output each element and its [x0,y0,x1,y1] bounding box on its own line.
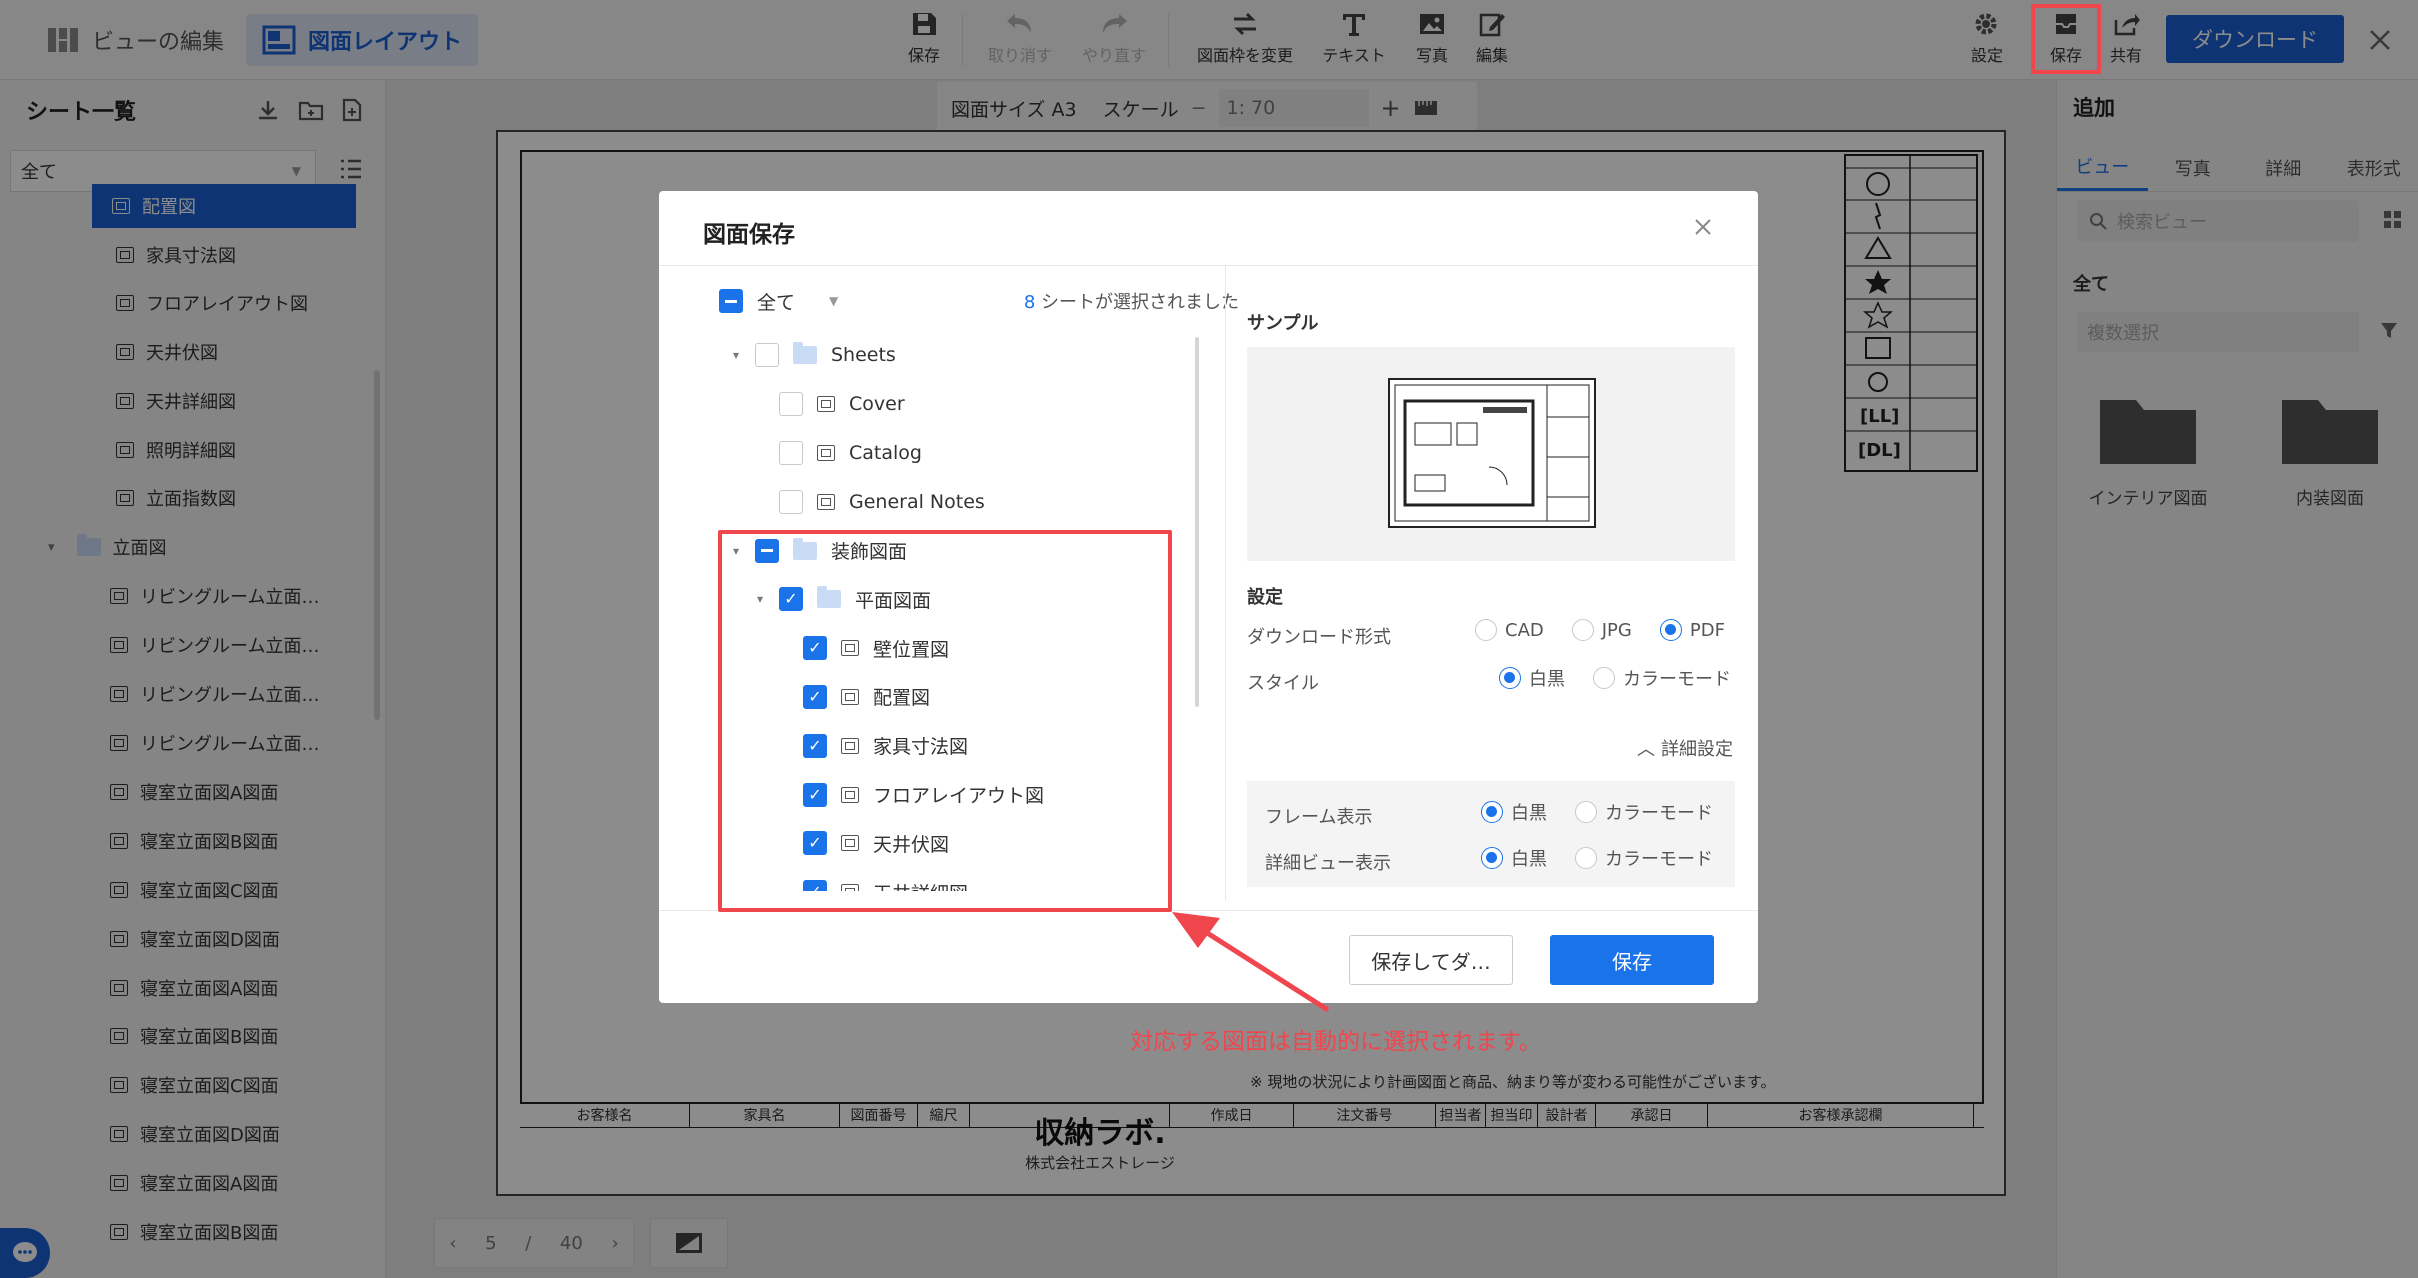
frame-display-label: フレーム表示 [1265,807,1373,828]
radio-button[interactable] [1659,619,1682,641]
style-radio-group: 白黒 カラーモード [1499,665,1731,691]
dialog-tree-label: Catalog [849,441,922,464]
sample-preview [1247,347,1735,561]
radio-button[interactable] [1481,801,1503,823]
radio-label: PDF [1689,619,1725,641]
radio-button[interactable] [1575,801,1597,823]
sheet-checkbox[interactable] [779,392,803,417]
detail-view-label: 詳細ビュー表示 [1265,853,1391,874]
radio-button[interactable] [1593,667,1615,689]
sheet-checkbox[interactable] [755,343,779,368]
dialog-save-button[interactable]: 保存 [1550,935,1714,985]
radio-label: カラーモード [1623,669,1731,690]
save-button-highlight [2031,4,2101,74]
annotation-text: 対応する図面は自動的に選択されます。 [1130,1029,1542,1055]
selected-count: 8 [1023,292,1036,313]
radio-label: 白黒 [1529,669,1565,690]
radio-button[interactable] [1499,667,1521,689]
dialog-tree-label: General Notes [849,490,985,513]
radio-button[interactable] [1481,847,1503,869]
frame-display-radio-group: 白黒 カラーモード [1481,799,1713,825]
radio-label: CAD [1505,619,1544,641]
save-and-download-button[interactable]: 保存してダ… [1349,935,1513,985]
sheet-checkbox[interactable] [779,489,803,514]
sample-label: サンプル [1247,313,1319,334]
radio-option[interactable]: 白黒 [1499,665,1565,691]
radio-label: カラーモード [1605,849,1713,870]
radio-button[interactable] [1571,619,1594,641]
sheet-icon [817,493,835,510]
chevron-up-icon: ︿ [1637,739,1655,760]
folder-icon [793,342,817,365]
radio-option[interactable]: CAD [1475,619,1544,641]
annotation-arrow-icon [1172,912,1330,1013]
sheet-icon [817,444,835,461]
radio-option[interactable]: カラーモード [1593,665,1731,691]
auto-selected-highlight [718,530,1172,912]
radio-option[interactable]: カラーモード [1575,845,1713,871]
radio-label: JPG [1601,619,1632,641]
detail-view-radio-group: 白黒 カラーモード [1481,845,1713,871]
radio-label: 白黒 [1511,803,1547,824]
select-all-label: 全て [757,291,796,314]
radio-label: カラーモード [1605,803,1713,824]
scrollbar[interactable] [1195,337,1199,707]
download-format-radio-group: CAD JPG PDF [1475,619,1725,641]
dialog-tree-label: Cover [849,393,905,416]
chevron-down-icon[interactable]: ▼ [829,294,838,308]
select-all-checkbox[interactable] [719,289,743,313]
settings-section-label: 設定 [1247,587,1283,608]
advanced-settings-panel: フレーム表示 白黒 カラーモード 詳細ビュー表示 白黒 カラーモード [1247,781,1735,887]
radio-option[interactable]: PDF [1659,619,1725,641]
dialog-title: 図面保存 [703,222,795,248]
floorplan-thumbnail-icon [1388,378,1596,528]
radio-option[interactable]: 白黒 [1481,845,1547,871]
radio-option[interactable]: 白黒 [1481,799,1547,825]
divider [659,265,1758,266]
sheet-select-header: 全て ▼ 8 シートが選択されました [719,279,1239,323]
radio-option[interactable]: カラーモード [1575,799,1713,825]
dialog-close-icon[interactable] [1689,213,1717,241]
advanced-settings-toggle[interactable]: ︿ 詳細設定 [1637,735,1733,761]
sheet-icon [817,396,835,413]
caret-down-icon[interactable]: ▾ [733,348,741,362]
dialog-tree-label: Sheets [831,344,896,367]
selected-count-suffix: シートが選択されました [1041,292,1239,313]
radio-button[interactable] [1575,847,1597,869]
advanced-settings-label: 詳細設定 [1661,739,1733,760]
radio-button[interactable] [1475,619,1497,641]
sheet-checkbox[interactable] [779,440,803,465]
style-label: スタイル [1247,673,1319,694]
divider [1225,265,1226,901]
download-format-label: ダウンロード形式 [1247,627,1391,648]
radio-label: 白黒 [1511,849,1547,870]
radio-option[interactable]: JPG [1571,619,1632,641]
